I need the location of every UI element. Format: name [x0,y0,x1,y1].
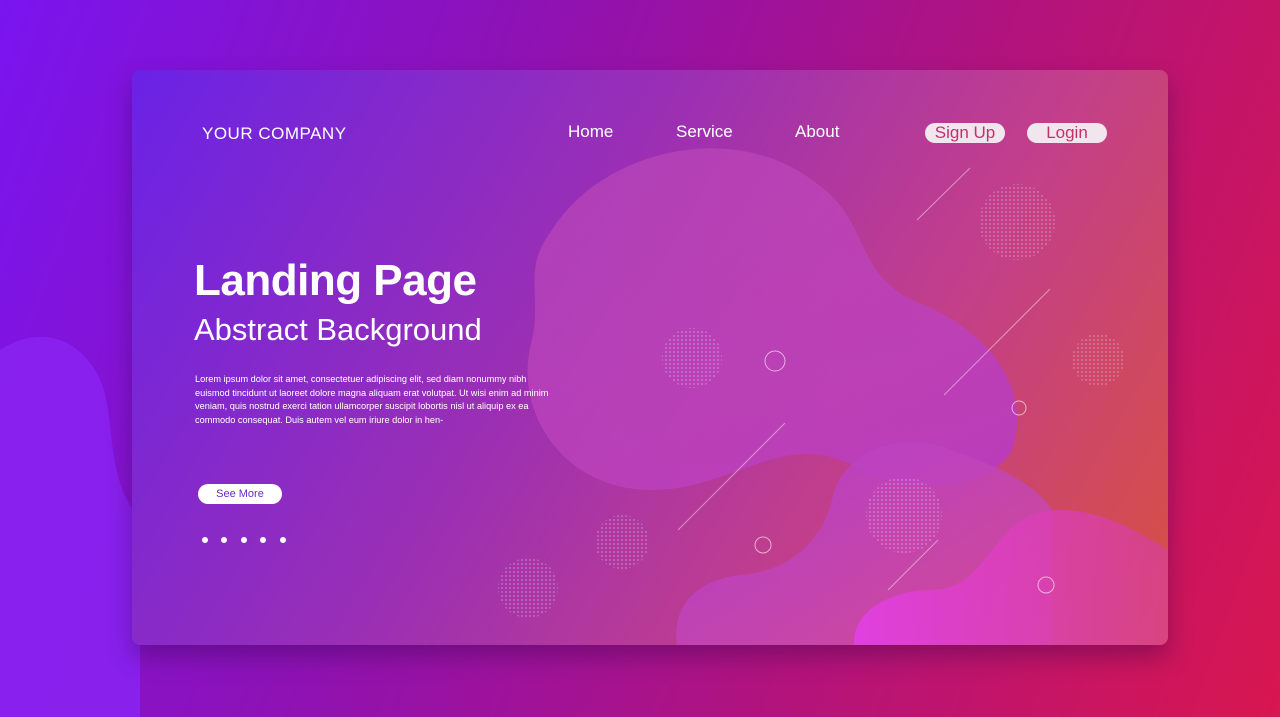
abstract-art [498,148,1168,645]
brand-logo[interactable]: YOUR COMPANY [202,124,347,144]
hero-subtitle: Abstract Background [194,312,482,347]
hero-body-text: Lorem ipsum dolor sit amet, consectetuer… [195,374,549,425]
nav-service[interactable]: Service [676,122,733,142]
nav-home[interactable]: Home [568,122,613,142]
signup-button[interactable]: Sign Up [925,123,1005,143]
see-more-button[interactable]: See More [198,484,282,504]
carousel-dots [202,530,295,548]
nav-about[interactable]: About [795,122,839,142]
carousel-dot[interactable] [202,537,208,543]
carousel-dot[interactable] [240,537,247,543]
hero-title: Landing Page [194,256,477,305]
landing-card: YOUR COMPANY Home Service About Sign Up … [132,70,1168,645]
carousel-dot[interactable] [279,537,286,543]
carousel-dot[interactable] [221,537,228,543]
login-button[interactable]: Login [1027,123,1107,143]
carousel-dot[interactable] [260,537,267,543]
